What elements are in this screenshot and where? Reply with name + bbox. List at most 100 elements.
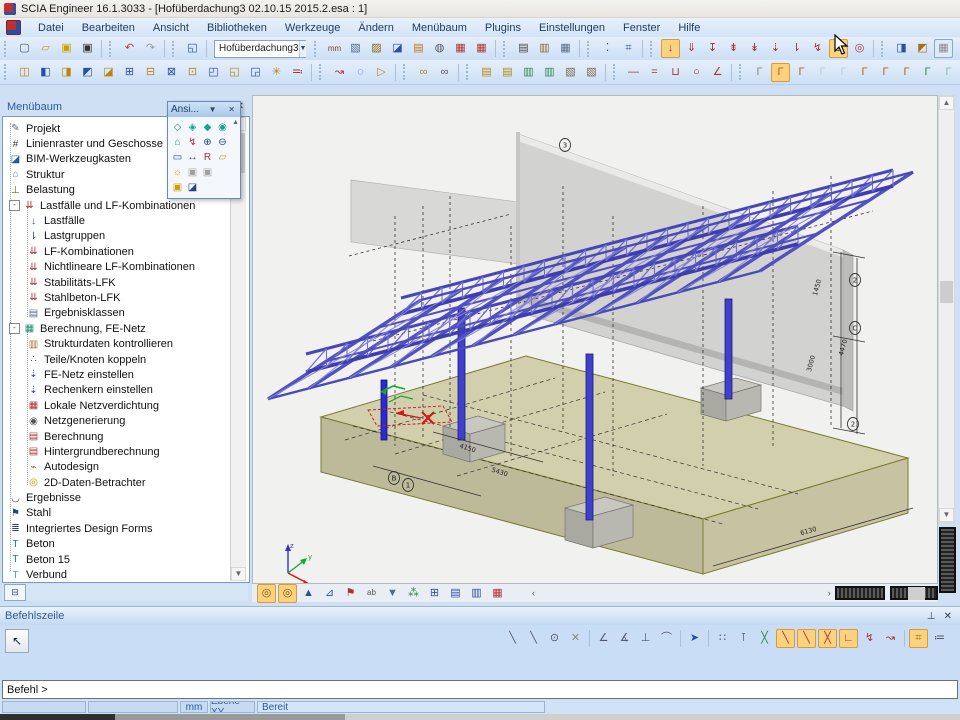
tree-item-stahl[interactable]: ⚑Stahl — [5, 506, 231, 521]
snap-tangent-icon[interactable]: ⌒ — [657, 629, 676, 648]
status-plane[interactable]: Ebene XY — [210, 701, 255, 713]
snap-perpendicular-icon[interactable]: ⊥ — [636, 629, 655, 648]
axis-cross-snap-icon[interactable]: ╳ — [755, 629, 774, 648]
menu-werkzeuge[interactable]: Werkzeuge — [276, 20, 349, 36]
mesh-sphere-icon[interactable]: ◍ — [430, 39, 449, 58]
calc-protocol-icon[interactable]: ▦ — [451, 39, 470, 58]
select-triangle-icon[interactable]: ▲ — [299, 584, 318, 603]
tree-item-strukturdaten-kontrollieren[interactable]: ▥Strukturdaten kontrollieren — [5, 336, 231, 351]
offset-icon[interactable]: ◱ — [225, 63, 244, 82]
view-side-icon[interactable]: ◆ — [200, 120, 215, 135]
copy-attributes-icon[interactable]: ▤ — [409, 39, 428, 58]
edge-snap-icon[interactable]: ↯ — [860, 629, 879, 648]
units-mm-cm-icon[interactable]: mm — [325, 39, 344, 58]
calculator-icon[interactable]: ▦ — [556, 39, 575, 58]
view-toolbox-titlebar[interactable]: Ansi... ▼ ✕ — [168, 102, 240, 117]
move-node-icon[interactable]: ◫ — [15, 63, 34, 82]
frame-mirror-icon[interactable]: Γ — [876, 63, 895, 82]
title-bar[interactable]: SCIA Engineer 16.1.3033 - [Hofüberdachun… — [0, 0, 960, 18]
menu-fenster[interactable]: Fenster — [614, 20, 669, 36]
gallery2-icon[interactable]: ▧ — [582, 63, 601, 82]
align-icon[interactable]: ◰ — [204, 63, 223, 82]
doc-green-icon[interactable]: ▥ — [519, 63, 538, 82]
image-export-icon[interactable]: ▨ — [367, 39, 386, 58]
view-top-icon[interactable]: ◇ — [170, 120, 185, 135]
tree-item-berechnung-fe-netz[interactable]: -▦Berechnung, FE-Netz — [5, 321, 231, 336]
tree-expand-icon[interactable]: - — [9, 323, 20, 334]
snap-angle-2-icon[interactable]: ∡ — [615, 629, 634, 648]
snap-endpoint-icon[interactable]: ╲ — [503, 629, 522, 648]
tree-item-integriertes-design-forms[interactable]: ≣Integriertes Design Forms — [5, 521, 231, 536]
surface-load-icon[interactable]: ↧ — [703, 39, 722, 58]
tree-item-stabilitäts-lfk[interactable]: ⇊Stabilitäts-LFK — [5, 275, 231, 290]
tree-tab-icon[interactable]: ⊟ — [4, 584, 26, 601]
endpoint-active-icon[interactable]: ╲ — [776, 629, 795, 648]
new-window-icon[interactable]: ◱ — [183, 39, 202, 58]
mirror-icon[interactable]: ◨ — [57, 63, 76, 82]
frame-add-icon[interactable]: Γ — [792, 63, 811, 82]
tree-item-ergebnisklassen[interactable]: ▤Ergebnisklassen — [5, 306, 231, 321]
stretch-icon[interactable]: ◪ — [99, 63, 118, 82]
explode-icon[interactable]: ✳ — [267, 63, 286, 82]
model-3d-view[interactable]: 32C2B1145030004470415054306130zyx — [253, 96, 937, 583]
tree-item-autodesign[interactable]: ⌁Autodesign — [5, 460, 231, 475]
concrete-wall[interactable] — [351, 132, 853, 411]
tree-item-fe-netz-einstellen[interactable]: ⇣FE-Netz einstellen — [5, 367, 231, 382]
open-file-icon[interactable]: ▱ — [36, 39, 55, 58]
snap-center-icon[interactable]: ⊙ — [545, 629, 564, 648]
intersection-active-icon[interactable]: ╳ — [818, 629, 837, 648]
tree-item-lastfälle-und-lf-kombinationen[interactable]: -⇊Lastfälle und LF-Kombinationen — [5, 198, 231, 213]
reverse-icon[interactable]: ≕ — [288, 63, 307, 82]
point-load-icon[interactable]: ↓ — [661, 39, 680, 58]
polyline-edit-icon[interactable]: ↝ — [330, 63, 349, 82]
wind-generator-icon[interactable]: ▦ — [955, 39, 960, 58]
view-front-icon[interactable]: ◈ — [185, 120, 200, 135]
moment-load-icon[interactable]: ⇣ — [766, 39, 785, 58]
draw-polyline-icon[interactable]: ⊔ — [666, 63, 685, 82]
menu-bearbeiten[interactable]: Bearbeiten — [73, 20, 144, 36]
rotation-rib-1[interactable] — [835, 586, 885, 600]
model-viewport[interactable]: 32C2B1145030004470415054306130zyx — [252, 95, 938, 584]
wind-generator-on-icon[interactable]: ▦ — [934, 39, 953, 58]
midpoint-active-icon[interactable]: ╲ — [797, 629, 816, 648]
keyboard-input-icon[interactable]: ⌗ — [909, 629, 928, 648]
load-panel-icon[interactable]: ↡ — [745, 39, 764, 58]
toolbox-dropdown-icon[interactable]: ▼ — [207, 105, 219, 114]
tree-expand-icon[interactable]: - — [9, 200, 20, 211]
frame-rotate-icon[interactable]: Γ — [897, 63, 916, 82]
render-mode-icon[interactable]: ▧ — [346, 39, 365, 58]
tree-item-verbund[interactable]: TVerbund — [5, 567, 231, 582]
snap-delete-icon[interactable]: ✕ — [566, 629, 585, 648]
toolbox-close-icon[interactable]: ✕ — [226, 105, 237, 114]
light-toggle-icon[interactable]: ☼ — [170, 165, 185, 180]
print-icon[interactable]: ▤ — [514, 39, 533, 58]
document-icon[interactable] — [6, 20, 21, 35]
result-table-icon[interactable]: ▤ — [446, 584, 465, 603]
link-nodes-icon[interactable]: ∞ — [414, 63, 433, 82]
status-units[interactable]: mm — [180, 701, 208, 713]
gallery-icon[interactable]: ▧ — [561, 63, 580, 82]
save-as-icon[interactable]: ▣ — [57, 39, 76, 58]
menu-plugins[interactable]: Plugins — [476, 20, 530, 36]
tree-item-lokale-netzverdichtung[interactable]: ▦Lokale Netzverdichtung — [5, 398, 231, 413]
snap-pin-1-icon[interactable]: ◎ — [257, 584, 276, 603]
load-palette-icon[interactable]: ◩ — [913, 39, 932, 58]
zoom-in-icon[interactable]: ⊕ — [200, 135, 215, 150]
wind-load-icon[interactable]: ↯ — [808, 39, 827, 58]
render-toggle-icon[interactable]: ▼ — [383, 584, 402, 603]
axonometry-icon[interactable]: ◪ — [388, 39, 407, 58]
polygon-edit-icon[interactable]: ▷ — [372, 63, 391, 82]
combo-dropdown-icon[interactable]: ▼ — [299, 41, 307, 57]
clip-box-icon[interactable]: ▣ — [170, 180, 185, 195]
cursor-snap-settings-icon[interactable]: ➤ — [685, 629, 704, 648]
tree-item-netzgenerierung[interactable]: ◉Netzgenerierung — [5, 413, 231, 428]
view-settings-icon[interactable]: ◪ — [185, 180, 200, 195]
tree-item-rechenkern-einstellen[interactable]: ⇣Rechenkern einstellen — [5, 383, 231, 398]
zoom-window-icon[interactable]: ▭ — [170, 150, 185, 165]
frame-edit-icon[interactable]: Γ — [834, 63, 853, 82]
copy-node-icon[interactable]: ◧ — [36, 63, 55, 82]
tree-item-lastgruppen[interactable]: ⇂Lastgruppen — [5, 229, 231, 244]
tree-item-ergebnisse[interactable]: ◡Ergebnisse — [5, 490, 231, 505]
view-axis-icon[interactable]: ↯ — [185, 135, 200, 150]
redo-icon[interactable]: ↷ — [141, 39, 160, 58]
